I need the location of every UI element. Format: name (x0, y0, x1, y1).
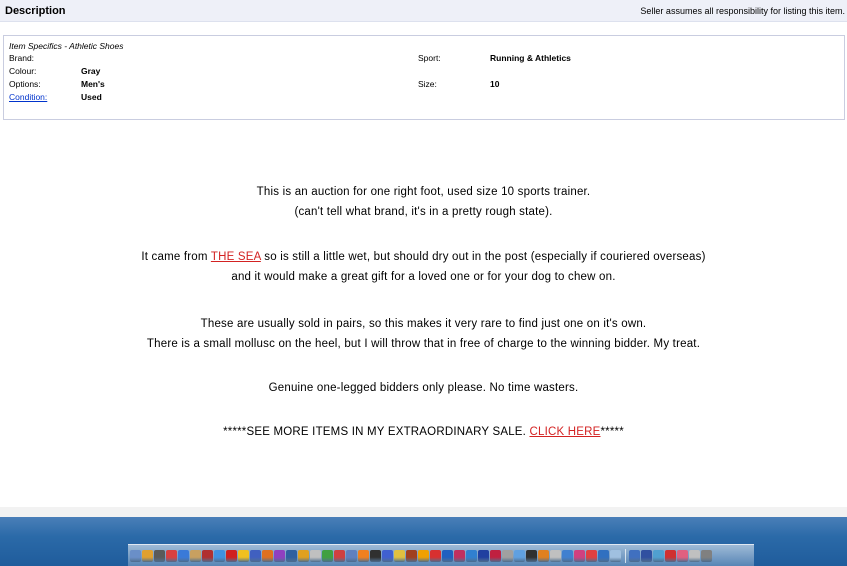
seller-responsibility-note: Seller assumes all responsibility for li… (640, 5, 845, 16)
condition-link[interactable]: Condition: (9, 92, 81, 102)
spec-value: Used (81, 92, 102, 102)
dock-app-icon[interactable] (142, 549, 153, 562)
spec-value: Men's (81, 79, 105, 89)
dock-app-icon[interactable] (526, 549, 537, 562)
dock-app-icon[interactable] (665, 549, 676, 562)
dock-app-icon[interactable] (370, 549, 381, 562)
text-fragment: *****SEE MORE ITEMS IN MY EXTRAORDINARY … (223, 426, 530, 438)
text-fragment: ***** (600, 426, 624, 438)
dock-app-icon[interactable] (154, 549, 165, 562)
dock-app-icon[interactable] (629, 549, 640, 562)
description-paragraph-2: It came from THE SEA so is still a littl… (0, 247, 847, 287)
spec-label: Brand: (9, 53, 35, 63)
dock-app-icon[interactable] (394, 549, 405, 562)
dock-app-icon[interactable] (490, 549, 501, 562)
dock-app-icon[interactable] (322, 549, 333, 562)
dock-app-icon[interactable] (214, 549, 225, 562)
spec-row-brand: Brand: (9, 53, 81, 63)
dock-separator (625, 548, 626, 563)
dock-app-icon[interactable] (689, 549, 700, 562)
description-line: This is an auction for one right foot, u… (256, 186, 591, 198)
text-fragment: It came from (141, 251, 211, 263)
dock-app-icon[interactable] (653, 549, 664, 562)
dock-app-icon[interactable] (334, 549, 345, 562)
dock-app-icon[interactable] (514, 549, 525, 562)
dock-app-icon[interactable] (250, 549, 261, 562)
description-header: Description Seller assumes all responsib… (0, 0, 847, 22)
spec-row-size: Size: 10 (418, 79, 499, 89)
application-dock (128, 544, 754, 566)
dock-app-icon[interactable] (298, 549, 309, 562)
description-paragraph-5: *****SEE MORE ITEMS IN MY EXTRAORDINARY … (0, 422, 847, 442)
dock-app-icon[interactable] (430, 549, 441, 562)
dock-app-icon[interactable] (178, 549, 189, 562)
text-fragment: so is still a little wet, but should dry… (260, 251, 706, 263)
dock-app-icon[interactable] (538, 549, 549, 562)
the-sea-link[interactable]: THE SEA (211, 251, 261, 263)
spec-row-options: Options: Men's (9, 79, 105, 89)
description-line: (can't tell what brand, it's in a pretty… (294, 206, 553, 218)
description-paragraph-4: Genuine one-legged bidders only please. … (0, 378, 847, 398)
spec-row-sport: Sport: Running & Athletics (418, 53, 571, 63)
description-line: *****SEE MORE ITEMS IN MY EXTRAORDINARY … (0, 422, 847, 442)
dock-app-icon[interactable] (550, 549, 561, 562)
dock-app-icon[interactable] (418, 549, 429, 562)
dock-app-icon[interactable] (130, 549, 141, 562)
dock-app-icon[interactable] (454, 549, 465, 562)
spec-row-colour: Colour: Gray (9, 66, 100, 76)
dock-app-icon[interactable] (466, 549, 477, 562)
dock-app-icon[interactable] (677, 549, 688, 562)
dock-app-icon[interactable] (574, 549, 585, 562)
description-line: These are usually sold in pairs, so this… (200, 318, 647, 330)
dock-app-icon[interactable] (586, 549, 597, 562)
dock-app-icon[interactable] (478, 549, 489, 562)
description-line: and it would make a great gift for a lov… (231, 271, 616, 283)
dock-app-icon[interactable] (238, 549, 249, 562)
description-paragraph-3: These are usually sold in pairs, so this… (0, 314, 847, 354)
dock-app-icon[interactable] (274, 549, 285, 562)
dock-app-icon[interactable] (701, 549, 712, 562)
spec-value: 10 (490, 79, 500, 89)
item-specifics-heading: Item Specifics - Athletic Shoes (9, 41, 124, 51)
dock-app-icon[interactable] (610, 549, 621, 562)
dock-app-icon[interactable] (262, 549, 273, 562)
dock-app-icon[interactable] (641, 549, 652, 562)
click-here-link[interactable]: CLICK HERE (529, 426, 600, 438)
description-title: Description (5, 4, 66, 17)
spec-label: Size: (418, 79, 437, 89)
spec-label: Sport: (418, 53, 441, 63)
item-specifics-box: Item Specifics - Athletic Shoes Brand: C… (3, 35, 845, 120)
dock-app-icon[interactable] (598, 549, 609, 562)
dock-app-icon[interactable] (502, 549, 513, 562)
spec-label: Options: (9, 79, 41, 89)
spec-value: Running & Athletics (490, 53, 571, 63)
dock-app-icon[interactable] (346, 549, 357, 562)
description-line: It came from THE SEA so is still a littl… (0, 247, 847, 267)
dock-app-icon[interactable] (406, 549, 417, 562)
dock-app-icon[interactable] (310, 549, 321, 562)
description-line: There is a small mollusc on the heel, bu… (146, 338, 701, 350)
spec-value: Gray (81, 66, 101, 76)
dock-app-icon[interactable] (442, 549, 453, 562)
spec-row-condition: Condition: Used (9, 92, 102, 102)
dock-app-icon[interactable] (190, 549, 201, 562)
dock-app-icon[interactable] (166, 549, 177, 562)
description-line: Genuine one-legged bidders only please. … (268, 382, 579, 394)
dock-app-icon[interactable] (286, 549, 297, 562)
dock-app-icon[interactable] (358, 549, 369, 562)
dock-app-icon[interactable] (382, 549, 393, 562)
dock-app-icon[interactable] (562, 549, 573, 562)
dock-app-icon[interactable] (226, 549, 237, 562)
spec-label: Colour: (9, 66, 37, 76)
description-paragraph-1: This is an auction for one right foot, u… (0, 182, 847, 222)
dock-app-icon[interactable] (202, 549, 213, 562)
